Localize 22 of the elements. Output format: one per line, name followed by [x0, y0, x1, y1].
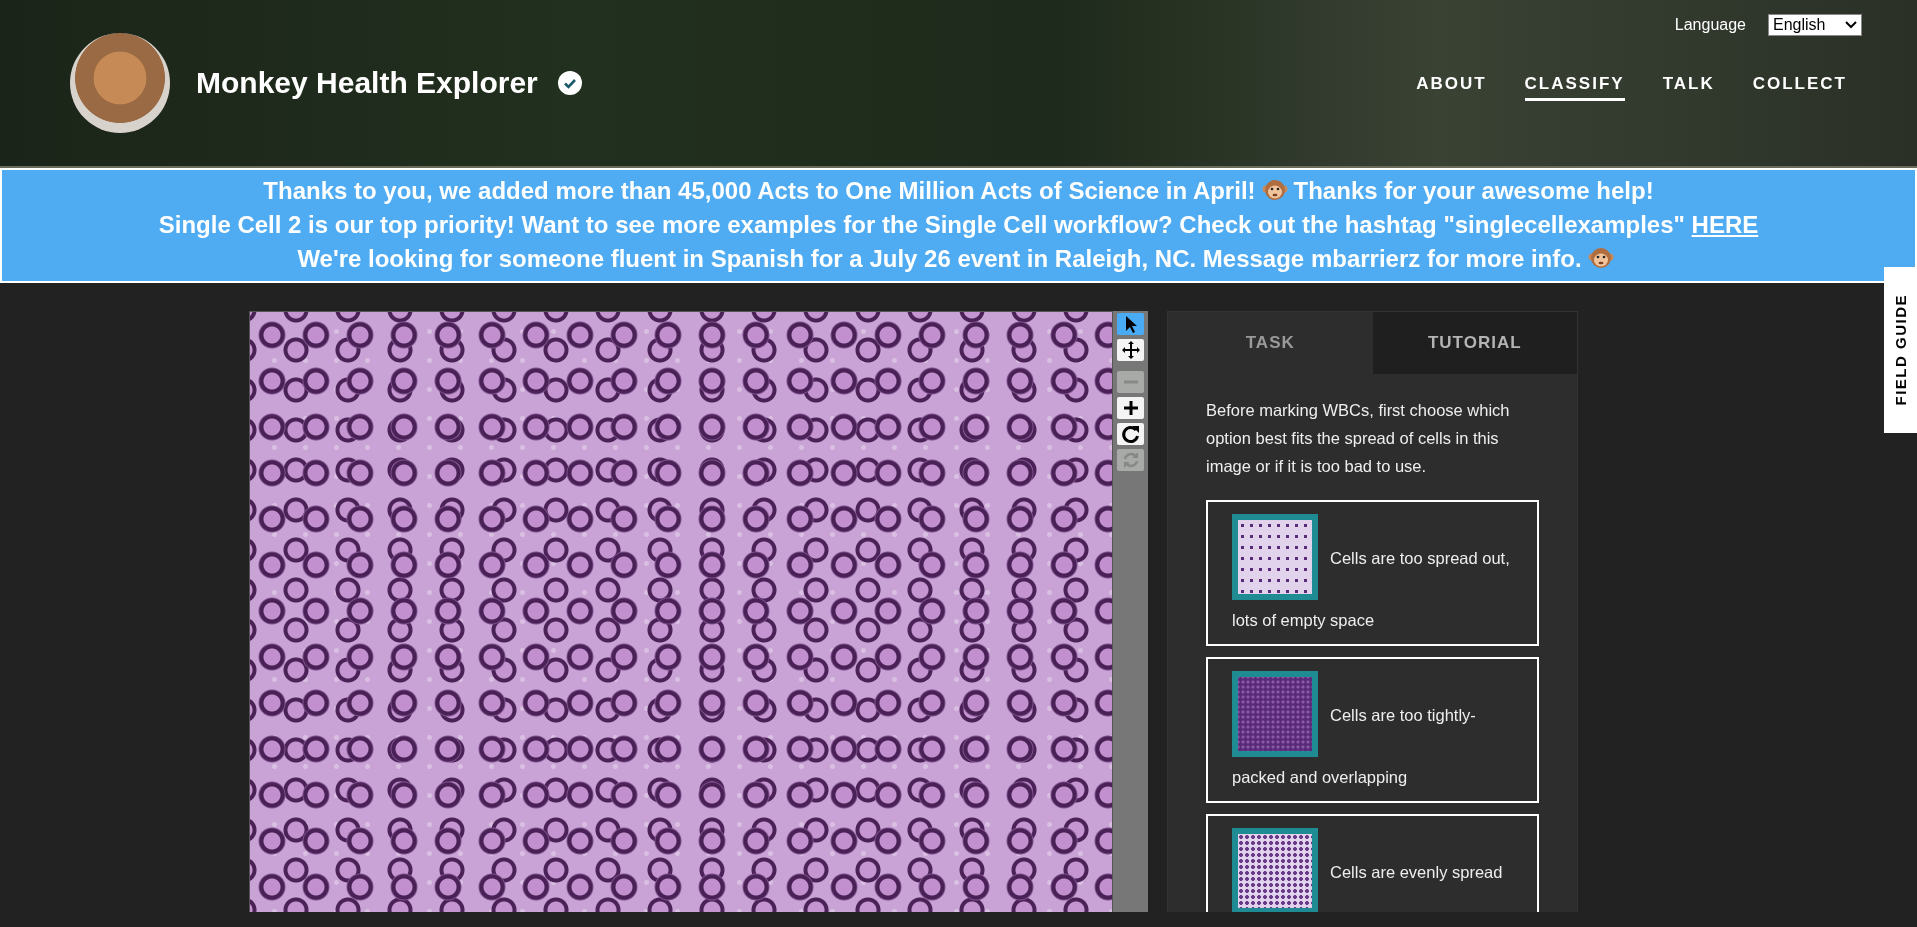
nav-link[interactable]: TALK: [1662, 73, 1715, 101]
field-guide-tab[interactable]: FIELD GUIDE: [1884, 267, 1917, 433]
nav-link[interactable]: ABOUT: [1416, 73, 1487, 101]
zoom-in-tool-icon[interactable]: [1117, 397, 1144, 419]
answer-option[interactable]: Cells are too spread out, lots of empty space: [1206, 500, 1539, 646]
nav-link[interactable]: COLLECT: [1752, 73, 1847, 101]
panel-tab[interactable]: TUTORIAL: [1372, 312, 1577, 374]
chevron-down-icon: [1845, 21, 1857, 29]
announcement-text: Single Cell 2 is our top priority! Want to see more examples for the Single Cell workflow? Check out the hashtag "singlecellexamples": [158, 211, 1685, 238]
announcement-text: Thanks for your awesome help!: [1293, 177, 1654, 204]
nav-link[interactable]: CLASSIFY: [1524, 73, 1625, 101]
language-label: Language: [1674, 16, 1746, 34]
project-title: Monkey Health Explorer: [196, 66, 538, 100]
answer-option[interactable]: Cells are evenly spread: [1206, 814, 1539, 912]
task-instruction: Before marking WBCs, first choose which option best fits the spread of cells in this image or if it is too bad to use.: [1206, 400, 1511, 477]
language-select[interactable]: English: [1768, 14, 1862, 36]
announcement-text: Thanks to you, we added more than 45,000 Acts to One Million Acts of Science in April!: [263, 177, 1256, 204]
announcement-text: We're looking for someone fluent in Spanish for a July 26 event in Raleigh, NC. Message mbarrierz for more info.: [297, 245, 1582, 272]
rotate-tool-icon[interactable]: [1117, 423, 1144, 445]
pointer-tool-icon[interactable]: [1117, 313, 1144, 335]
answer-option[interactable]: Cells are too tightly-packed and overlapping: [1206, 657, 1539, 803]
move-tool-icon[interactable]: [1117, 339, 1144, 361]
